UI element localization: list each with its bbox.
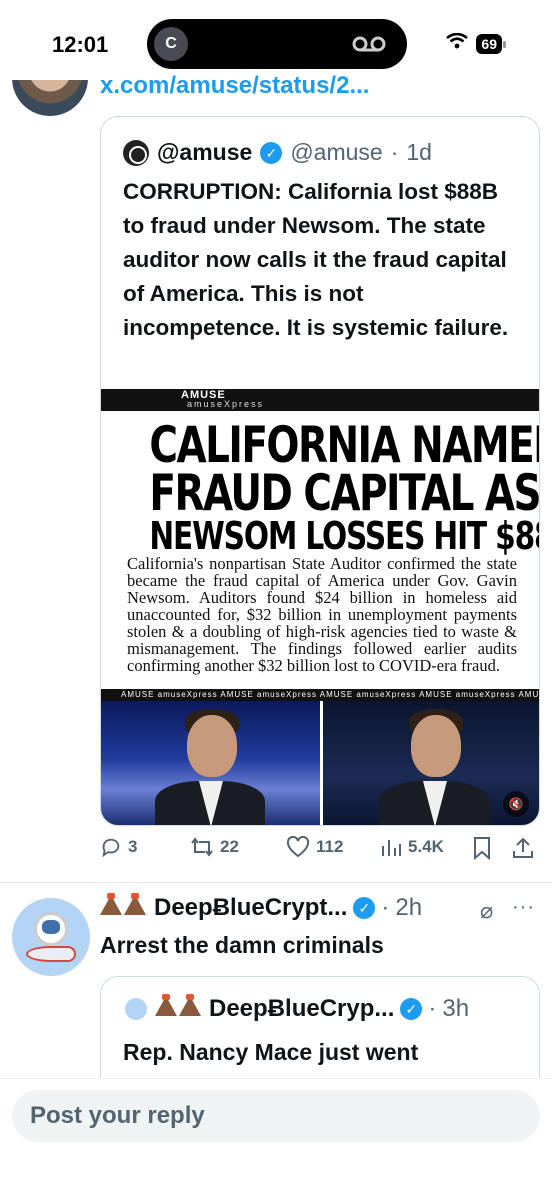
speaker-right (379, 703, 489, 825)
like-count: 112 (316, 837, 344, 856)
verified-badge-icon: ✓ (260, 141, 283, 164)
reply-composer[interactable] (12, 1090, 540, 1142)
volcano-emoji-icon (155, 994, 203, 1023)
island-avatar: C (154, 27, 188, 61)
reply-display-name: DeepɃlueCrypt... (154, 894, 348, 921)
video-frame-right: 🔇 (323, 701, 539, 825)
banner-subtitle: amuseXpress (187, 399, 265, 409)
dot-separator: · (381, 894, 390, 921)
heart-icon (286, 836, 310, 858)
headline-line-2: FRAUD CAPITAL AS (149, 464, 540, 522)
bookmark-button[interactable] (472, 836, 492, 860)
headline-line-3: NEWSOM LOSSES HIT $88B (149, 514, 540, 558)
quoted-avatar (123, 139, 149, 166)
quoted-post-card[interactable]: @amuse ✓ @amuse · 1d CORRUPTION: Califor… (100, 116, 540, 826)
reply-count: 3 (128, 837, 138, 856)
reply-button[interactable]: 3 (100, 836, 137, 858)
post-divider (0, 882, 552, 883)
repost-button[interactable]: 22 (190, 836, 239, 858)
nested-quote-header: DeepɃlueCryp... ✓ · 3h (123, 994, 470, 1023)
views-count: 5.4K (408, 837, 444, 856)
nested-quote-display-name: DeepɃlueCryp... (209, 995, 395, 1022)
verified-badge-icon: ✓ (400, 998, 423, 1020)
media-banner: AMUSE amuseXpress (101, 389, 539, 411)
repost-count: 22 (220, 837, 239, 856)
more-options-icon[interactable]: ··· (512, 896, 535, 919)
battery-indicator: 69 (476, 33, 506, 54)
dynamic-island[interactable]: C (147, 19, 407, 69)
nested-quote-avatar (123, 996, 149, 1022)
share-button[interactable] (512, 836, 534, 860)
verified-badge-icon: ✓ (353, 897, 376, 919)
views-icon (380, 836, 402, 858)
quoted-post-text: CORRUPTION: California lost $88B to frau… (123, 179, 509, 340)
like-button[interactable]: 112 (286, 836, 343, 858)
media-headline: CALIFORNIA NAMED FRAUD CAPITAL AS NEWSOM… (149, 416, 540, 558)
mute-icon[interactable]: 🔇 (503, 791, 529, 817)
headline-line-1: CALIFORNIA NAMED (149, 416, 540, 474)
voicemail-icon (351, 33, 387, 60)
dot-separator: · (428, 995, 437, 1022)
quoted-handle: @amuse (290, 139, 383, 165)
volcano-emoji-icon (100, 893, 148, 922)
status-bar: 12:01 C 69 (0, 0, 552, 80)
reply-post-header: DeepɃlueCrypt... ✓ · 2h (100, 893, 423, 922)
quoted-post-header: @amuse ✓ @amuse · 1d (123, 139, 432, 166)
quoted-time: 1d (406, 139, 432, 165)
nested-quote-time: 3h (442, 995, 470, 1022)
share-icon (512, 836, 534, 860)
wifi-icon (446, 32, 469, 54)
reply-post-text: Arrest the damn criminals (100, 932, 384, 958)
bookmark-icon (472, 836, 492, 860)
nested-quote-text: Rep. Nancy Mace just went (123, 1039, 419, 1065)
clock: 12:01 (52, 32, 109, 57)
avatar[interactable] (12, 898, 90, 976)
media-body-text: California's nonpartisan State Auditor c… (127, 554, 517, 675)
reply-time: 2h (395, 894, 423, 921)
media-brand-strip: AMUSE amuseXpress AMUSE amuseXpress AMUS… (101, 689, 539, 701)
reply-input[interactable] (12, 1090, 540, 1142)
video-frame-left (101, 701, 320, 825)
reply-icon (100, 836, 122, 858)
grok-icon[interactable]: ⌀ (480, 898, 493, 924)
repost-icon (190, 836, 214, 858)
post-actions: 3 22 112 5.4K (100, 836, 540, 868)
quoted-display-name: @amuse (157, 139, 253, 165)
views-button[interactable]: 5.4K (380, 836, 444, 858)
status-icons: 69 (446, 32, 506, 54)
post-link[interactable]: x.com/amuse/status/2... (100, 72, 369, 100)
speaker-left (155, 703, 265, 825)
post-media[interactable]: AMUSE amuseXpress CALIFORNIA NAMED FRAUD… (101, 389, 540, 825)
dot-separator: · (390, 139, 399, 165)
